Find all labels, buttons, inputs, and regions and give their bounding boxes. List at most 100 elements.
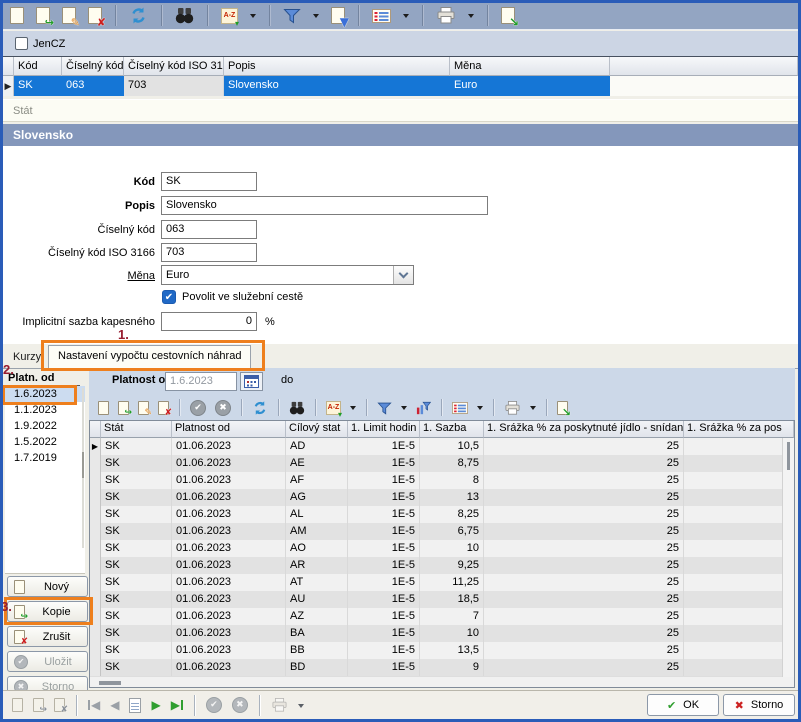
prior-record-button[interactable]: ◀	[109, 697, 120, 713]
vertical-scrollbar[interactable]	[782, 438, 794, 677]
filter-button[interactable]	[376, 400, 393, 416]
zrusit-button[interactable]: ✘ Zrušit	[7, 626, 88, 647]
iso-field[interactable]: 703	[161, 243, 257, 262]
tab-nastaveni-nahrad[interactable]: Nastavení vypočtu cestovních náhrad	[48, 345, 251, 369]
print-dropdown[interactable]	[467, 9, 475, 22]
column-header[interactable]: Číselný kód	[62, 57, 124, 76]
zrusit-button-label: Zrušit	[30, 631, 87, 643]
storno-button[interactable]: ✖Storno	[723, 694, 795, 716]
filter-button[interactable]	[282, 6, 302, 25]
copy-button[interactable]: ↪	[35, 6, 51, 25]
print-button[interactable]	[435, 6, 457, 25]
edit-button[interactable]: ✎	[61, 6, 77, 25]
popis-field[interactable]: Slovensko	[161, 196, 488, 215]
refresh-button[interactable]	[251, 399, 269, 417]
table-row[interactable]: SK01.06.2023AT1E-511,2525	[90, 574, 794, 591]
column-header[interactable]: Popis	[224, 57, 450, 76]
table-row[interactable]: SK01.06.2023AE1E-58,7525	[90, 455, 794, 472]
print-button[interactable]	[503, 400, 522, 416]
filter-advanced-button[interactable]: ▼	[330, 6, 346, 25]
column-header[interactable]: 1. Srážka % za pos	[684, 421, 794, 438]
cell: 10,5	[420, 438, 484, 455]
filter-dropdown[interactable]	[312, 9, 320, 22]
table-row[interactable]: SK01.06.2023BD1E-5925	[90, 659, 794, 676]
jencz-checkbox[interactable]	[15, 37, 28, 50]
export-button[interactable]: ↘	[500, 6, 516, 25]
table-row[interactable]: SK01.06.2023AR1E-59,2525	[90, 557, 794, 574]
date-item[interactable]: 1.9.2022	[5, 418, 85, 434]
column-header[interactable]: Kód	[14, 57, 62, 76]
ok-button[interactable]: ✔OK	[647, 694, 719, 716]
mena-label[interactable]: Měna	[3, 267, 155, 286]
search-button[interactable]	[288, 400, 306, 416]
sort-az-button[interactable]: A-Z	[220, 7, 239, 25]
next-record-button[interactable]: ▶	[150, 697, 161, 713]
kopie-button[interactable]: ↪ Kopie	[7, 601, 88, 622]
ciselny-kod-field[interactable]: 063	[161, 220, 257, 239]
column-header[interactable]: Platnost od	[172, 421, 286, 438]
delete-button[interactable]: ✘	[87, 6, 103, 25]
columns-button[interactable]	[451, 401, 469, 415]
column-header[interactable]: 1. Sazba	[420, 421, 484, 438]
cell-iso: 703	[124, 76, 224, 96]
povolit-checkbox[interactable]	[162, 290, 176, 304]
export-button[interactable]: ↘	[556, 400, 569, 416]
refresh-button[interactable]	[128, 5, 149, 26]
column-header[interactable]: Cílový stat	[286, 421, 348, 438]
new-button[interactable]	[97, 400, 110, 416]
date-item[interactable]: 1.1.2023	[5, 402, 85, 418]
table-row[interactable]: SK01.06.2023AM1E-56,7525	[90, 523, 794, 540]
copy-button[interactable]: ↪	[117, 400, 130, 416]
tab-kurzy[interactable]: Kurzy	[13, 351, 41, 363]
column-header[interactable]: 1. Srážka % za poskytnuté jídlo - snídan…	[484, 421, 684, 438]
platnost-od-field[interactable]: 1.6.2023	[165, 372, 237, 391]
columns-dropdown[interactable]	[476, 401, 484, 414]
table-row[interactable]: SK01.06.2023AU1E-518,525	[90, 591, 794, 608]
column-header[interactable]: 1. Limit hodin	[348, 421, 420, 438]
table-row[interactable]: SK01.06.2023BA1E-51025	[90, 625, 794, 642]
date-item[interactable]: 1.5.2022	[5, 434, 85, 450]
table-row[interactable]: SK01.06.2023AZ1E-5725	[90, 608, 794, 625]
mena-combobox[interactable]: Euro	[161, 265, 414, 285]
last-record-button[interactable]: ▶	[170, 697, 184, 713]
sort-az-dropdown[interactable]	[249, 9, 257, 22]
print-dropdown[interactable]	[529, 401, 537, 414]
filter-dropdown[interactable]	[400, 401, 408, 414]
edit-button[interactable]: ✎	[137, 400, 150, 416]
sort-az-dropdown[interactable]	[349, 401, 357, 414]
validity-list-header[interactable]: Platn. od	[8, 372, 80, 386]
novy-button[interactable]: Nový	[7, 576, 88, 597]
kapesne-field[interactable]: 0	[161, 312, 257, 331]
kod-field[interactable]: SK	[161, 172, 257, 191]
first-record-button[interactable]: ◀	[87, 697, 101, 713]
table-row[interactable]: SK01.06.2023AO1E-51025	[90, 540, 794, 557]
columns-dropdown[interactable]	[402, 9, 410, 22]
scrollbar-thumb[interactable]	[99, 681, 121, 685]
cell	[684, 608, 794, 625]
combo-dropdown-button[interactable]	[393, 266, 413, 284]
country-row-selected[interactable]: ▶ SK 063 703 Slovensko Euro	[3, 76, 798, 96]
column-header[interactable]: Číselný kód ISO 3166	[124, 57, 224, 76]
print-dropdown[interactable]	[297, 699, 305, 712]
filter-builder-button[interactable]	[415, 400, 432, 416]
table-row[interactable]: SK01.06.2023AL1E-58,2525	[90, 506, 794, 523]
calendar-button[interactable]	[240, 372, 263, 391]
date-item-selected[interactable]: 1.6.2023	[5, 386, 85, 402]
table-row[interactable]: SK01.06.2023AG1E-51325	[90, 489, 794, 506]
column-header[interactable]: Stát	[101, 421, 172, 438]
detail-view-button[interactable]	[128, 697, 142, 714]
table-row[interactable]: SK01.06.2023BB1E-513,525	[90, 642, 794, 659]
search-button[interactable]	[174, 6, 195, 25]
horizontal-scrollbar[interactable]	[90, 676, 794, 687]
date-item[interactable]: 1.7.2019	[5, 450, 85, 466]
column-header[interactable]: Měna	[450, 57, 610, 76]
list-scrollbar-thumb[interactable]	[82, 452, 84, 478]
table-row[interactable]: ▶SK01.06.2023AD1E-510,525	[90, 438, 794, 455]
delete-button[interactable]: ✘	[157, 400, 170, 416]
cell: 9	[420, 659, 484, 676]
sort-az-button[interactable]: A-Z	[325, 400, 342, 416]
scrollbar-thumb[interactable]	[787, 442, 790, 470]
table-row[interactable]: SK01.06.2023AF1E-5825	[90, 472, 794, 489]
columns-button[interactable]	[371, 8, 392, 24]
new-button[interactable]	[9, 6, 25, 25]
